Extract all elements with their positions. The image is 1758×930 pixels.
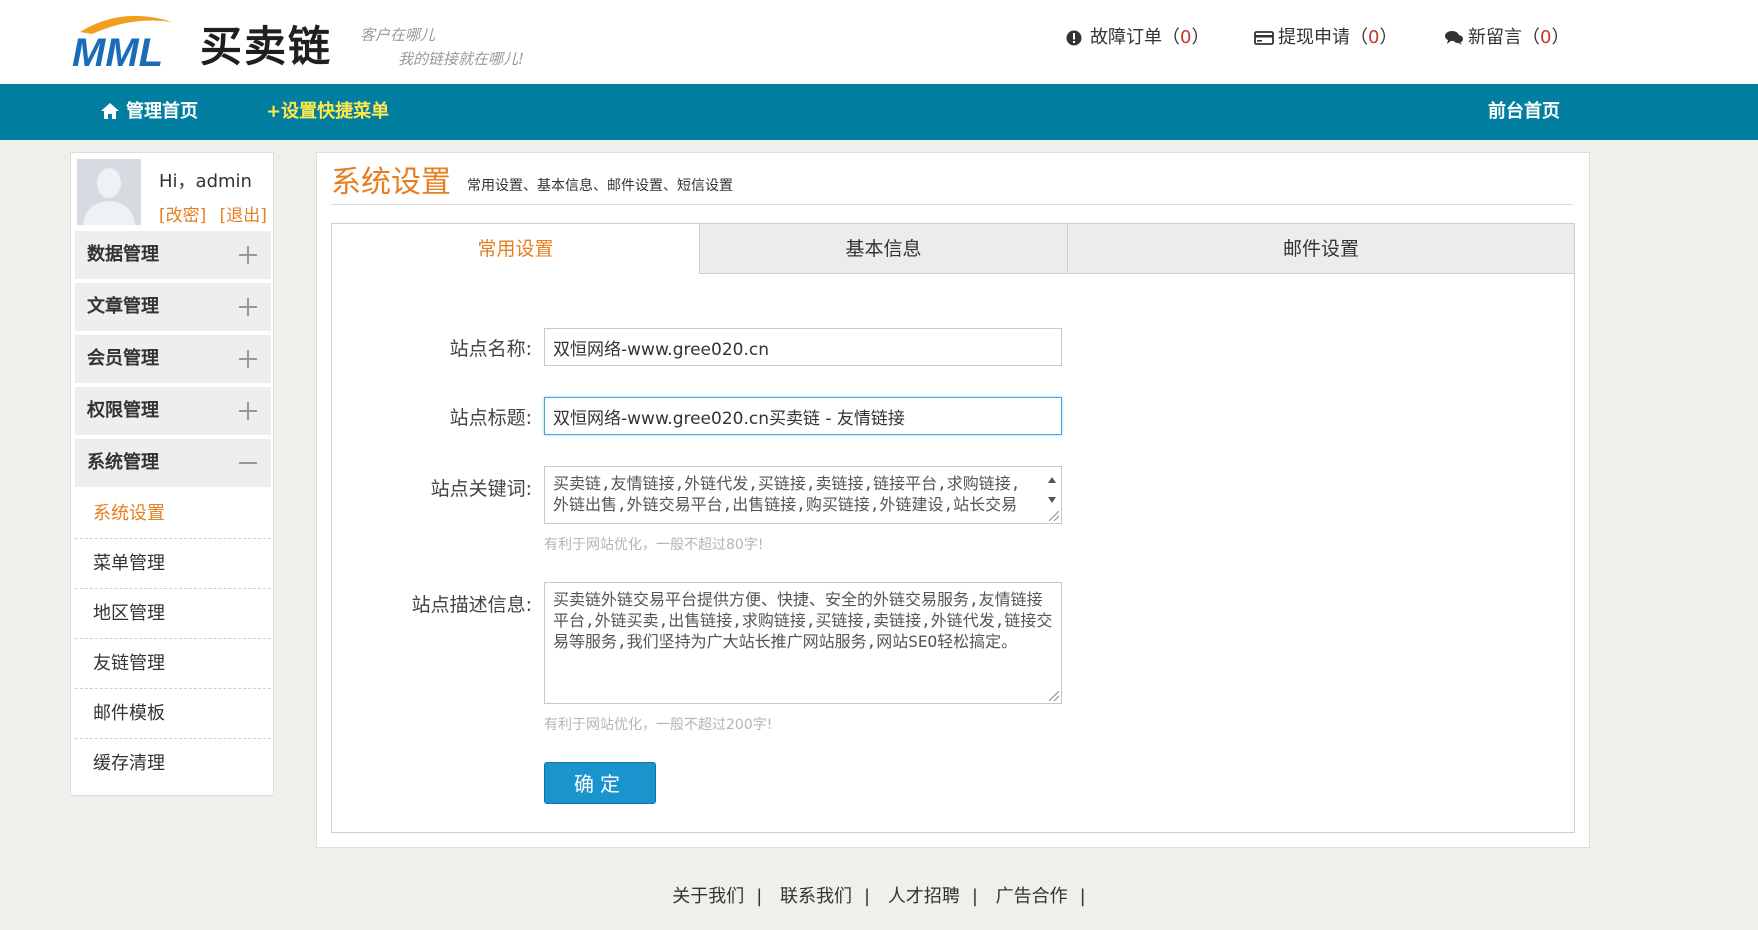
footer-link-ads[interactable]: 广告合作 xyxy=(996,886,1068,907)
sidebar-item-region-management[interactable]: 地区管理 xyxy=(75,589,271,639)
logo-mark-text: MML xyxy=(72,31,163,72)
menu-group-members[interactable]: 会员管理 xyxy=(75,335,271,383)
nav-admin-home-label: 管理首页 xyxy=(126,101,198,122)
footer-link-contact[interactable]: 联系我们 xyxy=(780,886,852,907)
tab-common-settings[interactable]: 常用设置 xyxy=(332,224,699,274)
plus-icon xyxy=(239,246,257,264)
plus-icon xyxy=(239,298,257,316)
footer-separator: | xyxy=(864,886,871,907)
page-subtitle: 常用设置、基本信息、邮件设置、短信设置 xyxy=(467,178,733,194)
site-name-input[interactable] xyxy=(544,328,1062,366)
sidebar-item-menu-management[interactable]: 菜单管理 xyxy=(75,539,271,589)
withdraw-requests-link[interactable]: 提现申请（0） xyxy=(1254,25,1397,51)
fault-orders-link[interactable]: 故障订单（0） xyxy=(1066,25,1209,51)
keywords-textarea[interactable]: 买卖链,友情链接,外链代发,买链接,卖链接,链接平台,求购链接,外链出售,外链交… xyxy=(544,466,1062,524)
main-panel: 系统设置 常用设置、基本信息、邮件设置、短信设置 常用设置 基本信息 邮件设置 … xyxy=(316,152,1590,848)
sidebar: Hi，admin [改密] [退出] 数据管理 文章管理 会员管理 权限管理 系… xyxy=(70,152,274,796)
footer-separator: | xyxy=(1079,886,1086,907)
menu-group-permissions[interactable]: 权限管理 xyxy=(75,387,271,435)
alert-circle-icon xyxy=(1066,30,1082,46)
footer-link-about[interactable]: 关于我们 xyxy=(672,886,744,907)
description-hint: 有利于网站优化，一般不超过200字! xyxy=(544,717,773,733)
logo-mark-icon: MML xyxy=(72,15,172,72)
menu-group-label: 权限管理 xyxy=(87,400,159,421)
description-text: 买卖链外链交易平台提供方便、快捷、安全的外链交易服务,友情链接平台,外链买卖,出… xyxy=(553,590,1053,651)
site-title-label: 站点标题: xyxy=(449,407,532,429)
chat-bubbles-icon xyxy=(1445,31,1463,45)
plus-icon xyxy=(239,402,257,420)
menu-group-label: 文章管理 xyxy=(87,296,159,317)
plus-icon xyxy=(239,350,257,368)
menu-group-data[interactable]: 数据管理 xyxy=(75,231,271,279)
user-links: [改密] [退出] xyxy=(159,201,267,226)
menu-group-label: 会员管理 xyxy=(87,348,159,369)
footer-separator: | xyxy=(971,886,978,907)
footer: 关于我们 | 联系我们 | 人才招聘 | 广告合作 | xyxy=(0,882,1758,912)
new-messages-label: 新留言 xyxy=(1468,27,1522,48)
footer-link-jobs[interactable]: 人才招聘 xyxy=(888,886,960,907)
minus-icon xyxy=(239,462,257,464)
logo-text: 买卖链 xyxy=(200,22,333,71)
description-label: 站点描述信息: xyxy=(411,594,532,616)
withdraw-requests-count: 0 xyxy=(1368,27,1380,48)
new-messages-link[interactable]: 新留言（0） xyxy=(1444,25,1569,51)
menu-group-label: 数据管理 xyxy=(87,244,159,265)
sidebar-item-friend-links[interactable]: 友链管理 xyxy=(75,639,271,689)
keywords-label: 站点关键词: xyxy=(430,478,532,500)
description-textarea[interactable]: 买卖链外链交易平台提供方便、快捷、安全的外链交易服务,友情链接平台,外链买卖,出… xyxy=(544,582,1062,704)
sidebar-item-mail-templates[interactable]: 邮件模板 xyxy=(75,689,271,739)
home-icon xyxy=(101,103,119,119)
tab-mail-settings[interactable]: 邮件设置 xyxy=(1067,224,1574,274)
sidebar-item-cache-clear[interactable]: 缓存清理 xyxy=(75,739,271,789)
keywords-text: 买卖链,友情链接,外链代发,买链接,卖链接,链接平台,求购链接,外链出售,外链交… xyxy=(553,474,1021,514)
withdraw-requests-label: 提现申请 xyxy=(1278,27,1350,48)
title-divider xyxy=(331,204,1573,205)
nav-admin-home[interactable]: 管理首页 xyxy=(100,84,198,140)
menu-group-articles[interactable]: 文章管理 xyxy=(75,283,271,331)
resize-grip-icon[interactable] xyxy=(1049,511,1059,521)
resize-grip-icon[interactable] xyxy=(1049,691,1059,701)
page-title: 系统设置 xyxy=(331,165,451,200)
fault-orders-count: 0 xyxy=(1180,27,1192,48)
avatar xyxy=(77,159,141,225)
keywords-hint: 有利于网站优化，一般不超过80字! xyxy=(544,537,764,553)
nav-set-shortcut[interactable]: +设置快捷菜单 xyxy=(266,84,389,140)
header: MML 买卖链 客户在哪儿 我的链接就在哪儿! 故障订单（0） 提现申请（0） … xyxy=(0,0,1758,84)
logout-link[interactable]: [退出] xyxy=(220,206,267,226)
tab-basic-info[interactable]: 基本信息 xyxy=(699,224,1067,274)
menu-group-label: 系统管理 xyxy=(87,452,159,473)
logo[interactable]: MML 买卖链 xyxy=(72,12,332,72)
user-box: Hi，admin [改密] [退出] xyxy=(77,159,267,231)
change-password-link[interactable]: [改密] xyxy=(159,206,206,226)
slogan-line-2: 我的链接就在哪儿! xyxy=(398,50,525,68)
fault-orders-label: 故障订单 xyxy=(1090,27,1162,48)
site-title-input[interactable] xyxy=(544,397,1062,435)
user-greeting: Hi，admin xyxy=(159,171,252,192)
menu-group-system[interactable]: 系统管理 xyxy=(75,439,271,487)
nav-frontend-home[interactable]: 前台首页 xyxy=(1488,84,1560,140)
settings-tabs: 常用设置 基本信息 邮件设置 站点名称: 站点标题: 站点关键词: 买卖链,友情… xyxy=(331,223,1575,833)
sidebar-item-system-settings[interactable]: 系统设置 xyxy=(75,489,271,539)
top-nav: 管理首页 +设置快捷菜单 前台首页 xyxy=(0,84,1758,140)
slogan: 客户在哪儿 我的链接就在哪儿! xyxy=(360,22,600,72)
user-silhouette-icon xyxy=(77,159,141,225)
site-name-label: 站点名称: xyxy=(449,338,532,360)
submit-button[interactable]: 确定 xyxy=(544,762,656,804)
new-messages-count: 0 xyxy=(1540,27,1552,48)
slogan-line-1: 客户在哪儿 xyxy=(360,26,436,44)
card-icon xyxy=(1254,31,1274,45)
footer-separator: | xyxy=(756,886,763,907)
